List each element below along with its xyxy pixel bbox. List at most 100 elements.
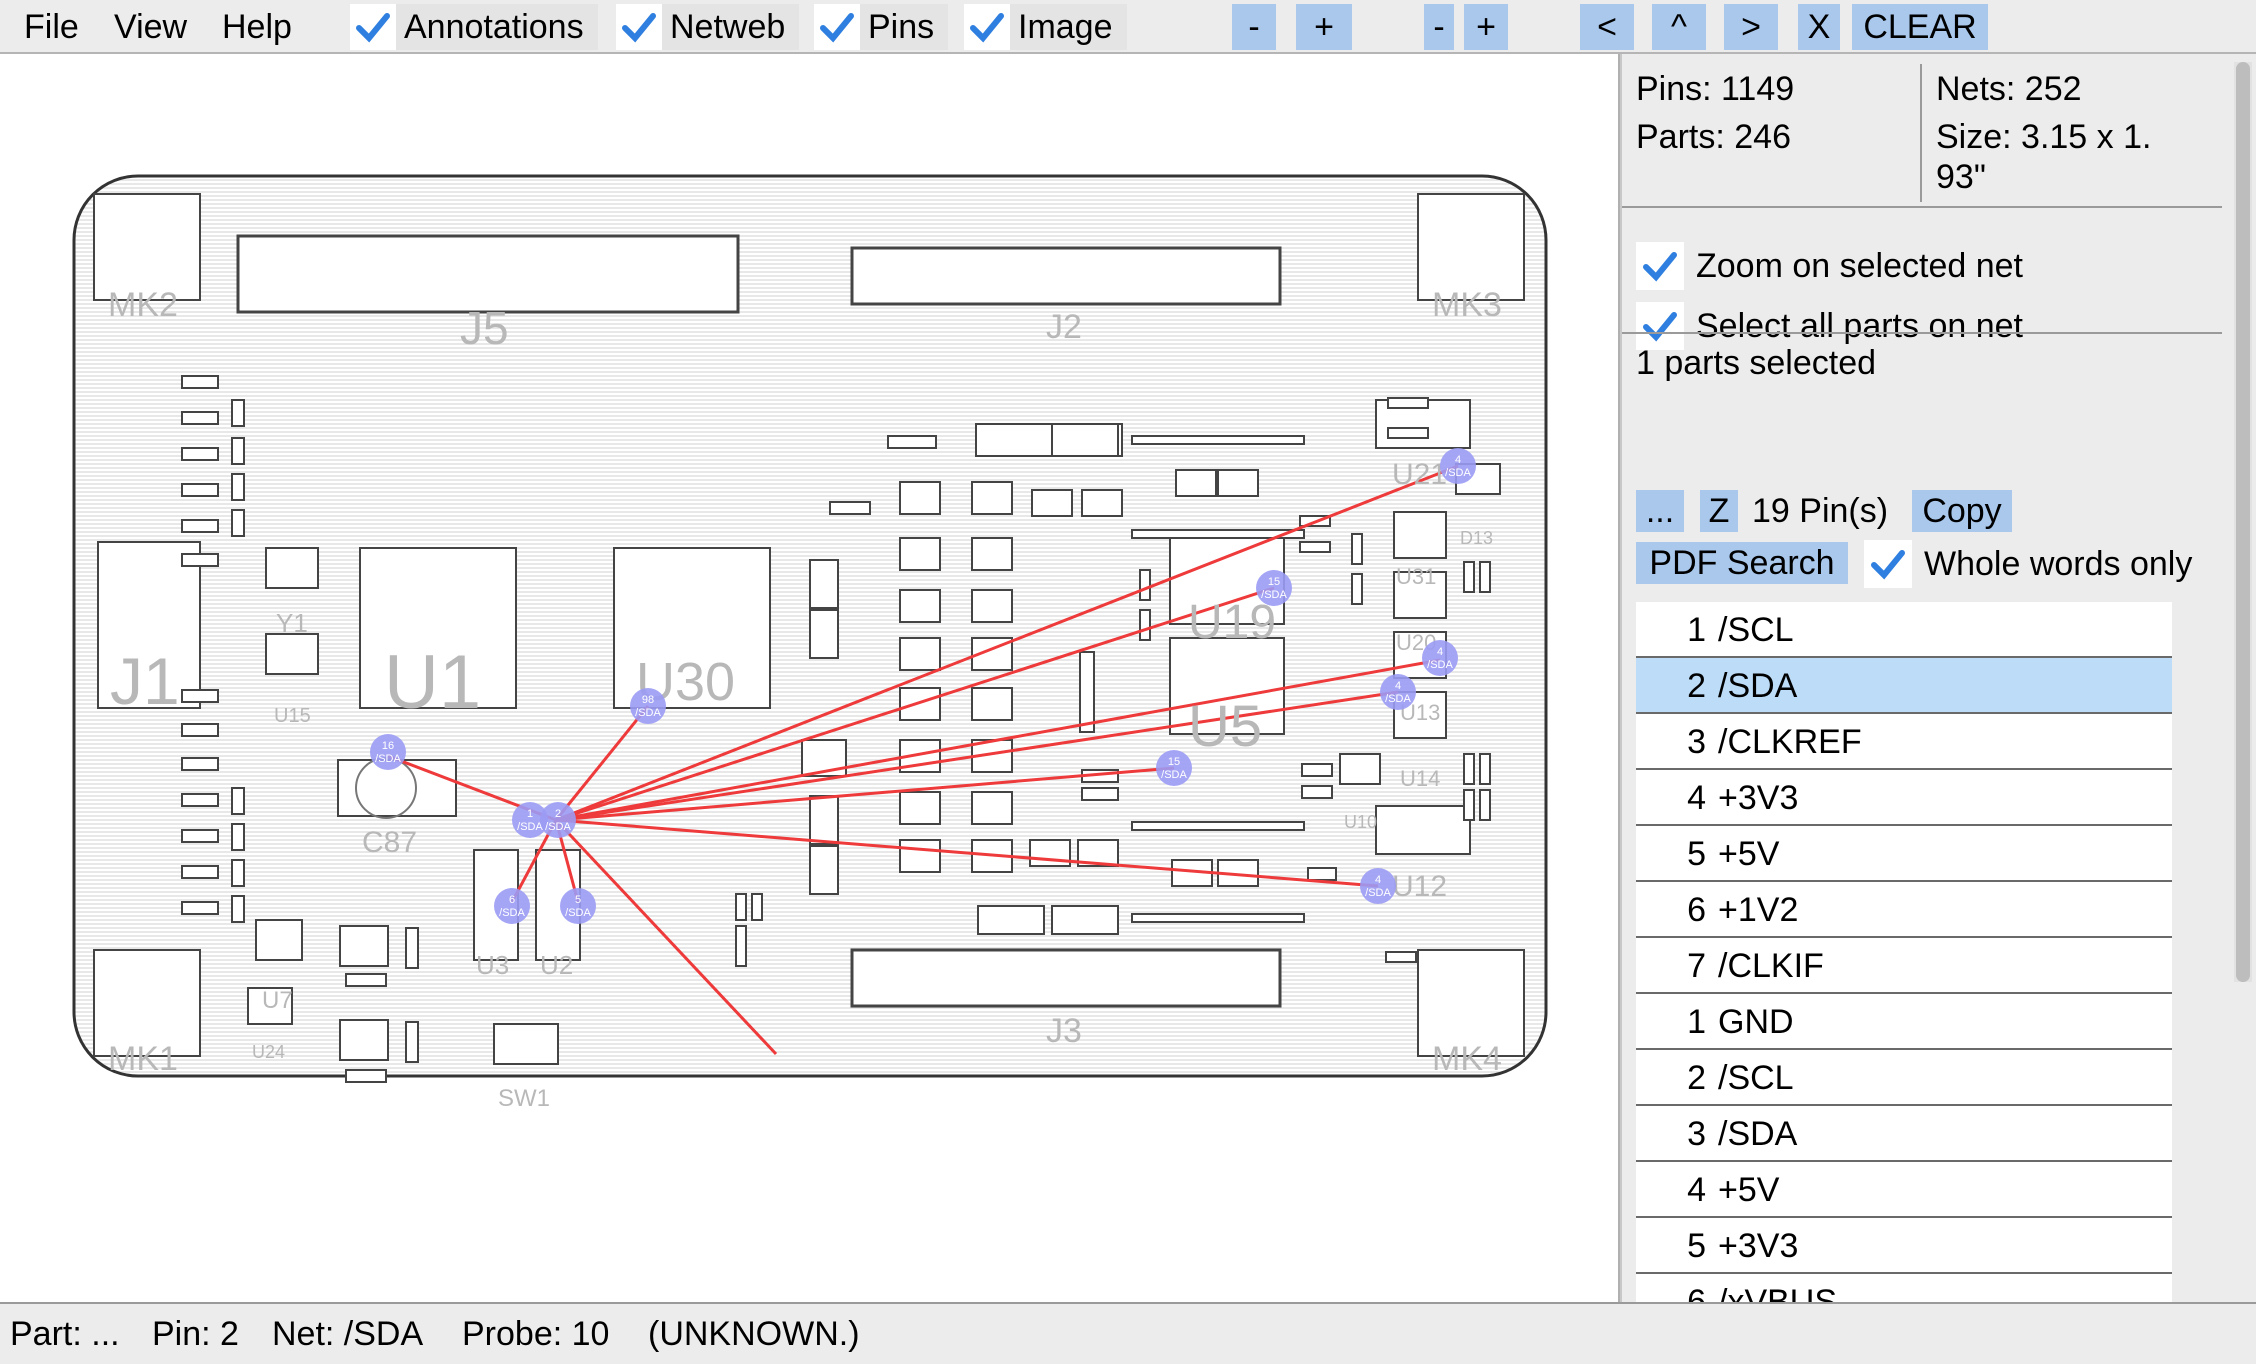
panel-scrollbar[interactable]	[2234, 62, 2252, 982]
net-index: 7	[1687, 947, 1706, 985]
net-marker-net: /SDA	[1365, 887, 1391, 899]
zoom-out-button[interactable]: -	[1232, 4, 1276, 50]
net-index: 3	[1687, 723, 1706, 761]
mounting-hole-mk2	[93, 193, 201, 301]
label-u15: U15	[274, 705, 311, 727]
net-list-item[interactable]: 7/CLKIF	[1636, 938, 2172, 994]
toggle-image[interactable]: Image	[964, 4, 1127, 50]
board-size-cont: 93"	[1936, 158, 1986, 196]
zoom-net-button[interactable]: Z	[1700, 490, 1738, 532]
status-probe: Probe: 10	[462, 1315, 610, 1353]
net-marker-pin: 15	[1268, 576, 1280, 588]
net-name: +5V	[1718, 835, 1780, 873]
label-u7: U7	[262, 987, 293, 1014]
status-pin: Pin: 2	[152, 1315, 239, 1353]
menu-view[interactable]: View	[114, 4, 187, 50]
net-list-item[interactable]: 3/SDA	[1636, 1106, 2172, 1162]
net-list[interactable]: 1/SCL 2/SDA 3/CLKREF 4 +3V3 5 +5V 6 +1V2 7/CLKIF 1…	[1636, 602, 2172, 1302]
zoom-on-net-label: Zoom on selected net	[1696, 246, 2023, 285]
label-u14: U14	[1400, 766, 1440, 791]
net-index: 1	[1687, 1003, 1706, 1041]
secondary-plus-button[interactable]: +	[1464, 4, 1508, 50]
net-list-item[interactable]: 6/xVBUS	[1636, 1274, 2172, 1302]
zoom-on-net-option[interactable]: Zoom on selected net	[1636, 242, 2023, 290]
net-list-item[interactable]: 3/CLKREF	[1636, 714, 2172, 770]
net-name: /xVBUS	[1718, 1283, 1838, 1302]
pcb-board-view[interactable]: MK2 MK3 MK1 MK4 J5 J2 J3 J1 U1 U30 U19 U…	[0, 54, 1620, 1302]
divider-2	[1622, 332, 2222, 334]
scrollbar-thumb[interactable]	[2236, 62, 2250, 982]
label-mk2: MK2	[108, 286, 178, 324]
menu-file[interactable]: File	[24, 4, 79, 50]
net-list-item[interactable]: 1 GND	[1636, 994, 2172, 1050]
label-u3: U3	[476, 950, 509, 980]
label-mk3: MK3	[1432, 286, 1502, 324]
switch-sw1	[493, 1023, 559, 1065]
checkmark-icon[interactable]	[350, 4, 396, 50]
net-index: 4	[1687, 779, 1706, 817]
menu-help[interactable]: Help	[222, 4, 292, 50]
net-index: 2	[1687, 1059, 1706, 1097]
checkmark-icon[interactable]	[964, 4, 1010, 50]
net-list-item[interactable]: 2/SCL	[1636, 1050, 2172, 1106]
net-list-item[interactable]: 4 +3V3	[1636, 770, 2172, 826]
net-list-item[interactable]: 5 +5V	[1636, 826, 2172, 882]
net-marker-pin: 5	[575, 894, 581, 906]
net-list-item[interactable]: 5 +3V3	[1636, 1218, 2172, 1274]
net-list-item[interactable]: 1/SCL	[1636, 602, 2172, 658]
clear-button[interactable]: CLEAR	[1852, 4, 1988, 50]
net-marker-net: /SDA	[635, 707, 661, 719]
copy-button[interactable]: Copy	[1912, 490, 2012, 532]
toggle-pins[interactable]: Pins	[814, 4, 949, 50]
whole-words-option[interactable]: Whole words only	[1864, 540, 2192, 588]
net-list-item[interactable]: 6 +1V2	[1636, 882, 2172, 938]
crystal-y1	[265, 547, 319, 589]
ic-u7	[255, 919, 303, 961]
checkmark-icon[interactable]	[616, 4, 662, 50]
net-index: 6	[1687, 1283, 1706, 1302]
close-button[interactable]: X	[1798, 4, 1840, 50]
nets-count: Nets: 252	[1936, 70, 2082, 108]
net-index: 2	[1687, 667, 1706, 705]
stats-divider	[1920, 64, 1922, 202]
net-marker-pin: 1	[527, 808, 533, 820]
net-marker-net: /SDA	[1161, 769, 1187, 781]
label-j3: J3	[1046, 1012, 1082, 1050]
label-u1: U1	[384, 640, 481, 725]
board-canvas[interactable]: MK2 MK3 MK1 MK4 J5 J2 J3 J1 U1 U30 U19 U…	[0, 54, 1620, 1302]
toggle-image-label: Image	[1010, 4, 1127, 50]
status-bar: Part: ... Pin: 2 Net: /SDA Probe: 10 (UN…	[0, 1302, 2256, 1364]
more-button[interactable]: ...	[1636, 490, 1684, 532]
net-marker-pin: 4	[1375, 874, 1381, 886]
checkmark-icon[interactable]	[1864, 540, 1912, 588]
net-index: 5	[1687, 1227, 1706, 1265]
net-marker-net: /SDA	[1445, 467, 1471, 479]
pins-count: Pins: 1149	[1636, 70, 1795, 108]
net-list-item[interactable]: 2/SDA	[1636, 658, 2172, 714]
label-j1: J1	[110, 644, 180, 718]
previous-button[interactable]: <	[1580, 4, 1634, 50]
next-button[interactable]: >	[1724, 4, 1778, 50]
net-marker-pin: 6	[509, 894, 515, 906]
divider	[1622, 206, 2222, 208]
secondary-minus-button[interactable]: -	[1424, 4, 1454, 50]
up-button[interactable]: ^	[1652, 4, 1706, 50]
pin-count: 19 Pin(s)	[1752, 492, 1889, 530]
toggle-annotations[interactable]: Annotations	[350, 4, 598, 50]
net-marker-pin: 16	[382, 740, 394, 752]
net-index: 1	[1687, 611, 1706, 649]
checkmark-icon[interactable]	[1636, 242, 1684, 290]
pdf-search-button[interactable]: PDF Search	[1636, 542, 1848, 584]
net-name: +1V2	[1718, 891, 1799, 929]
toggle-netweb[interactable]: Netweb	[616, 4, 800, 50]
net-index: 3	[1687, 1115, 1706, 1153]
checkmark-icon[interactable]	[814, 4, 860, 50]
connector-j5	[236, 234, 740, 314]
net-marker-pin: 98	[642, 694, 654, 706]
label-u10: U10	[1344, 812, 1377, 832]
label-u21: U21	[1392, 458, 1447, 491]
net-list-item[interactable]: 4 +5V	[1636, 1162, 2172, 1218]
zoom-in-button[interactable]: +	[1296, 4, 1352, 50]
label-u12: U12	[1392, 870, 1447, 903]
label-j5: J5	[460, 302, 509, 354]
